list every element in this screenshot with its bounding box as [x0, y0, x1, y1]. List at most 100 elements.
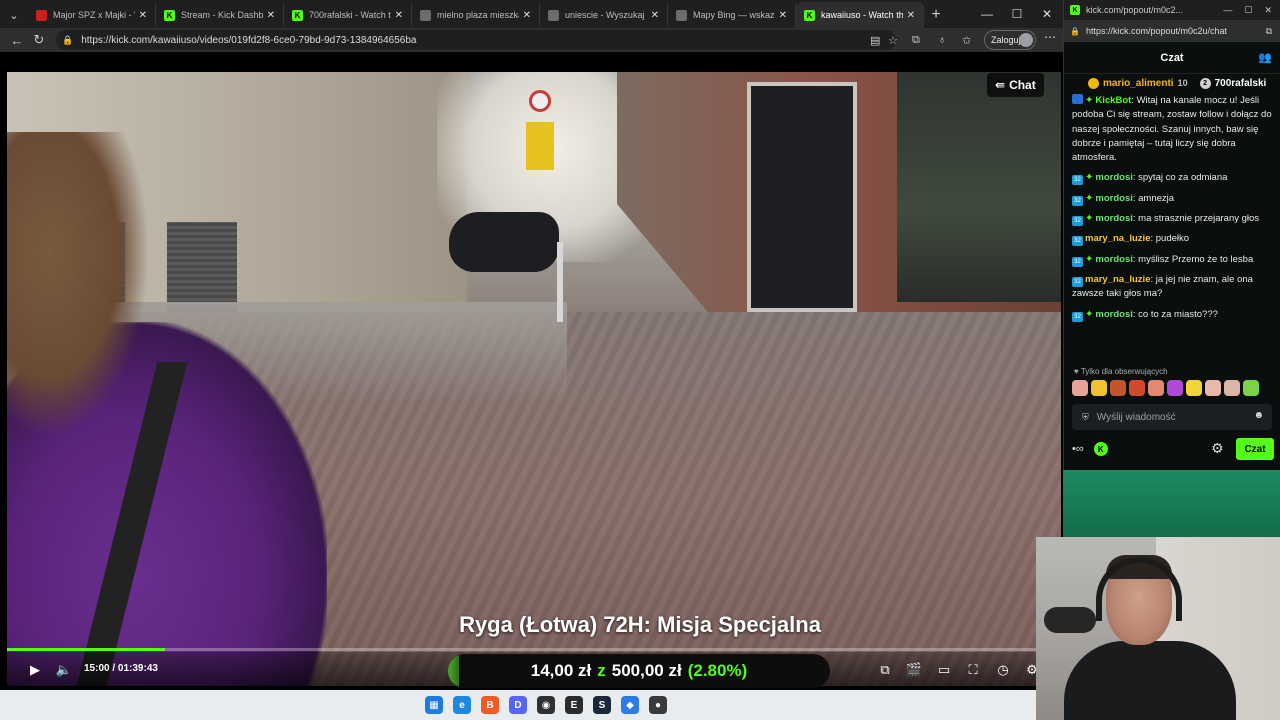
chat-username[interactable]: mary_na_luzie: [1085, 233, 1150, 244]
video-player[interactable]: [7, 72, 1061, 686]
playback-speed-icon[interactable]: ◷: [993, 660, 1013, 680]
emoji-icon[interactable]: ☻: [1253, 410, 1264, 421]
supporter-badge-icon: 2: [1199, 77, 1211, 89]
obs-studio-icon[interactable]: ●: [649, 696, 667, 714]
supporter-name[interactable]: mario_alimenti: [1103, 78, 1174, 89]
chat-username[interactable]: KickBot: [1095, 95, 1131, 106]
emote-icon[interactable]: [1243, 380, 1259, 396]
login-button[interactable]: Zaloguj: [984, 30, 1036, 50]
subscriber-badge-icon: 32: [1072, 236, 1083, 247]
epic-games-icon[interactable]: E: [565, 696, 583, 714]
browser-tab[interactable]: mielno plaza mieszkanie ✕: [412, 2, 540, 28]
maximize-icon[interactable]: ☐: [1244, 5, 1252, 16]
minimize-icon[interactable]: —: [972, 0, 1002, 28]
browser-essentials-icon[interactable]: ♁: [938, 30, 946, 50]
refresh-icon[interactable]: ↻: [28, 29, 50, 51]
close-tab-icon[interactable]: ✕: [779, 10, 787, 21]
close-tab-icon[interactable]: ✕: [651, 10, 659, 21]
chat-message: 32 ✦ mordosi: amnezja: [1072, 192, 1272, 206]
brave-browser-icon[interactable]: B: [481, 696, 499, 714]
chat-username[interactable]: mary_na_luzie: [1085, 274, 1150, 285]
emote-icon[interactable]: [1224, 380, 1240, 396]
close-window-icon[interactable]: ✕: [1264, 5, 1272, 16]
video-scene-door: [747, 82, 857, 312]
windows-taskbar: ▦ e B D ◉ E S ◆ ●: [0, 690, 1036, 720]
browser-tab[interactable]: Major SPZ x Majki - "Kal ✕: [28, 2, 156, 28]
supporter-name[interactable]: 700rafalski: [1215, 78, 1267, 89]
desktop-screen: ⌄ Major SPZ x Majki - "Kal ✕ K Stream - Kic…: [0, 0, 1280, 720]
tab-favicon-icon: [676, 9, 687, 21]
tab-favicon-icon: K: [804, 9, 815, 21]
close-window-icon[interactable]: ✕: [1032, 0, 1062, 28]
chat-username[interactable]: mordosi: [1095, 172, 1132, 183]
kick-logo-icon[interactable]: K: [1093, 442, 1108, 456]
browser-tab[interactable]: K Stream - Kick Dashboard ✕: [156, 2, 284, 28]
chat-message: ✦ KickBot: Witaj na kanale mocz u! Jeśli …: [1072, 94, 1272, 165]
donation-goal-bar: 14,00 zł z 500,00 zł (2.80%): [448, 654, 830, 688]
emote-icon[interactable]: [1205, 380, 1221, 396]
copy-link-icon[interactable]: ⧉: [1266, 26, 1272, 37]
video-time: 15:00 / 01:39:43: [84, 663, 158, 674]
chat-message-input[interactable]: ⛨ Wyślij wiadomość ☻: [1072, 404, 1272, 430]
steam-icon[interactable]: S: [593, 696, 611, 714]
windows-start-icon[interactable]: ▦: [425, 696, 443, 714]
user-settings-icon[interactable]: 👥: [1258, 51, 1272, 64]
favorite-star-icon[interactable]: ☆: [888, 30, 898, 50]
reader-view-icon[interactable]: ▤: [870, 30, 880, 50]
favorites-icon[interactable]: ✩: [962, 30, 971, 50]
chat-message-text: : myślisz Przemo że to lesba: [1132, 253, 1254, 265]
emote-icon[interactable]: [1072, 380, 1088, 396]
emote-icon[interactable]: [1091, 380, 1107, 396]
toggle-chat-button[interactable]: ⇚ Chat: [987, 73, 1044, 97]
back-icon[interactable]: ←: [6, 29, 28, 51]
send-chat-button[interactable]: Czat: [1236, 438, 1274, 460]
chat-username[interactable]: mordosi: [1095, 193, 1132, 204]
new-tab-icon[interactable]: +: [924, 2, 948, 28]
emote-icon[interactable]: [1167, 380, 1183, 396]
edge-browser-icon[interactable]: e: [453, 696, 471, 714]
close-tab-icon[interactable]: ✕: [523, 10, 531, 21]
browser-tab[interactable]: uniescie - Wyszukaj ✕: [540, 2, 668, 28]
blue-app-icon[interactable]: ◆: [621, 696, 639, 714]
chat-username[interactable]: mordosi: [1095, 254, 1132, 265]
chat-app-icon[interactable]: ◉: [537, 696, 555, 714]
emote-icon[interactable]: [1186, 380, 1202, 396]
video-progress-bar[interactable]: [7, 648, 1061, 651]
chat-popout-window: K kick.com/popout/m0c2... — ☐ ✕ 🔒 https:…: [1063, 0, 1280, 470]
extensions-icon[interactable]: ⧉: [912, 30, 920, 50]
clip-icon[interactable]: 🎬: [904, 660, 924, 680]
miniplayer-icon[interactable]: ⧉: [875, 660, 895, 680]
emote-icon[interactable]: [1148, 380, 1164, 396]
fullscreen-icon[interactable]: ⛶: [963, 660, 983, 680]
browser-tab[interactable]: Mapy Bing — wskazówki ✕: [668, 2, 796, 28]
desktop-wallpaper: [1063, 470, 1280, 540]
play-icon[interactable]: ▶: [25, 660, 45, 680]
close-tab-icon[interactable]: ✕: [139, 10, 147, 21]
tab-actions-menu-icon[interactable]: ⌄: [0, 2, 28, 28]
subscriber-badge-icon: 32: [1072, 311, 1083, 322]
maximize-icon[interactable]: ☐: [1002, 0, 1032, 28]
emote-icon[interactable]: [1110, 380, 1126, 396]
theater-mode-icon[interactable]: ▭: [934, 660, 954, 680]
browser-tab[interactable]: K 700rafalski - Watch the ✕: [284, 2, 412, 28]
sparkle-badge-icon: ✦: [1085, 192, 1094, 204]
browser-tab[interactable]: Kkawaiiuso - Watch th ✕: [796, 2, 924, 28]
close-tab-icon[interactable]: ✕: [395, 10, 403, 21]
volume-icon[interactable]: 🔈: [54, 660, 74, 680]
minimize-icon[interactable]: —: [1223, 5, 1232, 16]
address-bar[interactable]: 🔒 https://kick.com/kawaiiuso/videos/019f…: [56, 30, 896, 50]
chat-username[interactable]: mordosi: [1095, 309, 1132, 320]
close-tab-icon[interactable]: ✕: [907, 10, 915, 21]
chat-messages-list: ✦ KickBot: Witaj na kanale mocz u! Jeśli …: [1072, 94, 1272, 328]
close-tab-icon[interactable]: ✕: [267, 10, 275, 21]
video-progress-fill: [7, 648, 166, 651]
chat-settings-icon[interactable]: ⚙: [1211, 440, 1224, 457]
emote-icon[interactable]: [1129, 380, 1145, 396]
chat-username[interactable]: mordosi: [1095, 213, 1132, 224]
discord-icon[interactable]: D: [509, 696, 527, 714]
more-options-icon[interactable]: ⋯: [1044, 30, 1056, 44]
chat-message: 32 ✦ mordosi: co to za miasto???: [1072, 308, 1272, 322]
chat-window-address-bar[interactable]: 🔒 https://kick.com/popout/m0c2u/chat ⧉: [1064, 20, 1280, 42]
supporter-badge-icon: [1088, 77, 1099, 89]
points-icon[interactable]: •∞: [1072, 443, 1084, 455]
